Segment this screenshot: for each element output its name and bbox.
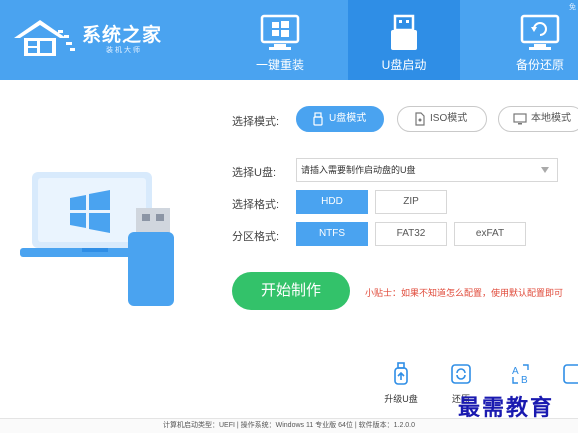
usb-drive-icon	[391, 14, 417, 50]
format-zip-button[interactable]: ZIP	[375, 190, 447, 214]
text-convert-icon: A B	[512, 364, 529, 386]
format-label: 选择格式:	[232, 199, 280, 211]
mode-option-label: U盘模式	[329, 113, 367, 124]
app-logo: 系统之家 装机大师	[10, 16, 170, 60]
app-title: 系统之家	[82, 24, 163, 46]
tab-label: U盘启动	[381, 58, 427, 72]
status-bar: 计算机启动类型：UEFI | 操作系统：Windows 11 专业版 64位 |…	[0, 418, 578, 433]
mode-option-label: ISO模式	[430, 113, 468, 124]
disc-icon	[415, 112, 425, 126]
shortcut-icon	[563, 364, 578, 384]
partition-label: 分区格式:	[232, 231, 280, 243]
backup-restore-icon	[520, 14, 560, 50]
svg-text:A: A	[512, 366, 519, 377]
chevron-down-icon	[541, 167, 549, 173]
tab-usb-boot[interactable]: U盘启动	[348, 0, 460, 80]
tab-one-click-reinstall[interactable]: 一键重装	[224, 0, 336, 80]
mode-option-label: 本地模式	[531, 113, 571, 124]
usb-icon	[313, 112, 323, 126]
tip-text: 小贴士：如果不知道怎么配置，使用默认配置即可	[365, 288, 564, 298]
local-mode-button[interactable]: 本地模式	[498, 106, 578, 132]
restore-icon	[451, 364, 471, 384]
usb-select-label: 选择U盘:	[232, 167, 276, 179]
laptop-usb-illustration	[20, 172, 174, 306]
corner-label: 免	[569, 4, 576, 11]
svg-text:B: B	[521, 375, 528, 386]
header-bar: 系统之家 装机大师 一键重装 U盘启动 备份还原 免	[0, 0, 578, 80]
mode-label: 选择模式:	[232, 116, 280, 128]
tab-label: 备份还原	[515, 58, 564, 72]
house-logo-icon	[14, 20, 75, 56]
format-hdd-button[interactable]: HDD	[296, 190, 368, 214]
windows-monitor-icon	[260, 14, 300, 50]
tab-backup-restore[interactable]: 备份还原	[484, 0, 578, 80]
app-subtitle: 装机大师	[106, 47, 142, 54]
usb-mode-button[interactable]: U盘模式	[296, 106, 384, 132]
partition-ntfs-button[interactable]: NTFS	[296, 222, 368, 246]
start-making-button[interactable]: 开始制作	[232, 272, 350, 310]
monitor-icon	[513, 113, 527, 125]
upgrade-usb-tool[interactable]: 升级U盘	[376, 362, 426, 408]
usb-drive-select[interactable]: 请插入需要制作启动盘的U盘	[296, 158, 558, 182]
iso-mode-button[interactable]: ISO模式	[397, 106, 487, 132]
partition-exfat-button[interactable]: exFAT	[454, 222, 526, 246]
tool-label: 升级U盘	[384, 394, 418, 404]
partition-fat32-button[interactable]: FAT32	[375, 222, 447, 246]
usb-select-value: 请插入需要制作启动盘的U盘	[301, 165, 416, 175]
tab-label: 一键重装	[255, 58, 304, 72]
usb-upgrade-icon	[394, 362, 408, 385]
